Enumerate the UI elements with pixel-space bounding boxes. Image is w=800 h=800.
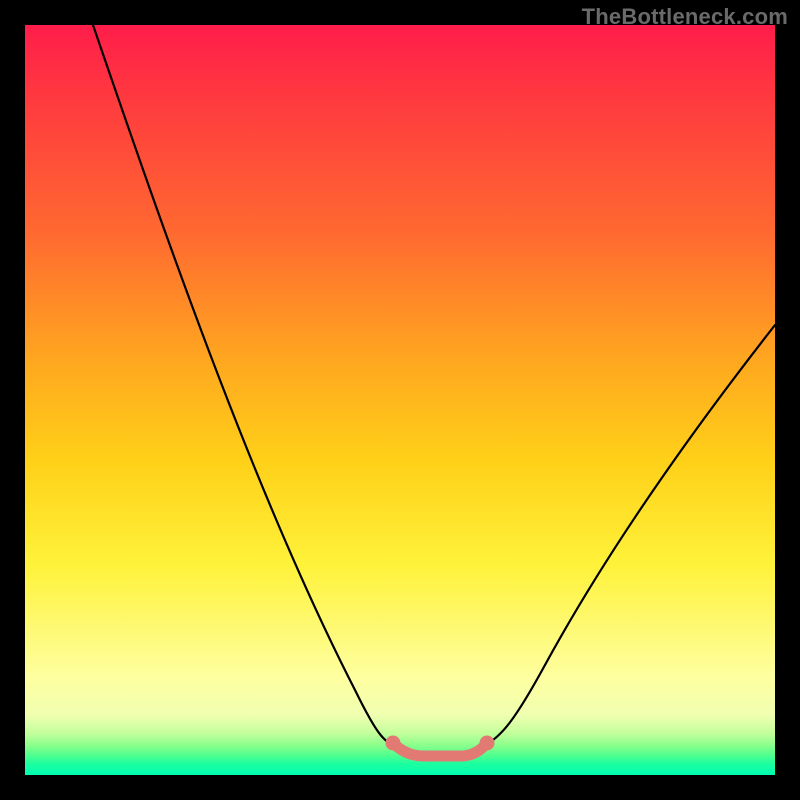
optimal-range-end-dot [480, 736, 495, 751]
bottleneck-curve-path [93, 25, 775, 754]
optimal-range-start-dot [386, 736, 401, 751]
chart-frame: TheBottleneck.com [0, 0, 800, 800]
optimal-range-marker [393, 743, 487, 756]
watermark-text: TheBottleneck.com [582, 4, 788, 30]
plot-area [25, 25, 775, 775]
bottleneck-curve-svg [25, 25, 775, 775]
